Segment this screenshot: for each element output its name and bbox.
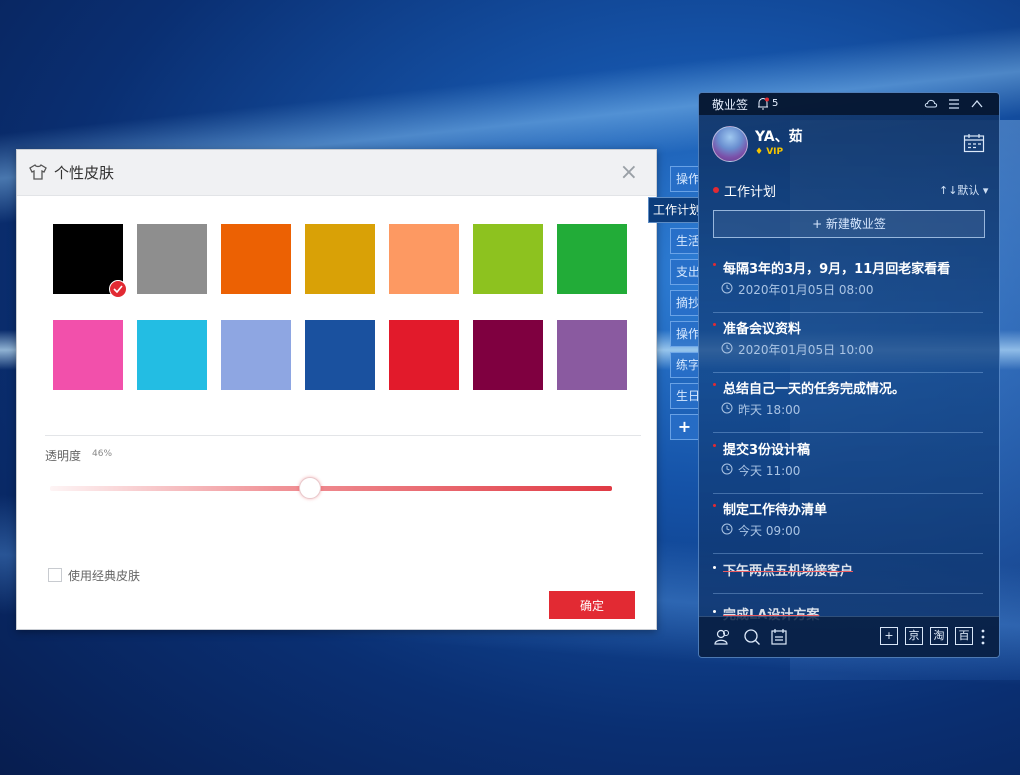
note-text: 每隔3年的3月，9月，11月回老家看看	[723, 262, 951, 277]
more-vertical-icon[interactable]	[980, 628, 986, 646]
list-title-dot	[713, 187, 719, 193]
search-icon[interactable]	[743, 628, 761, 646]
note-dot	[713, 610, 716, 613]
chevron-down-icon: ▾	[979, 184, 989, 197]
note-text: 准备会议资料	[723, 322, 802, 337]
add-tab-button[interactable]: +	[670, 414, 698, 440]
avatar[interactable]	[712, 126, 748, 162]
note-time: 昨天 18:00	[738, 403, 801, 417]
note-item[interactable]: 总结自己一天的任务完成情况。 昨天 18:00	[699, 373, 999, 433]
notes-list-icon[interactable]	[770, 628, 788, 646]
color-swatch[interactable]	[221, 224, 291, 294]
color-swatch[interactable]	[557, 320, 627, 390]
jd-shortcut-button[interactable]: 京	[905, 627, 923, 645]
skin-dialog: 个性皮肤 × 透明度 46% 使用经典皮肤 确定	[16, 149, 657, 630]
vip-gem-icon: ♦	[755, 147, 764, 157]
clock-icon	[721, 282, 733, 294]
completed-note-item[interactable]: 下午两点五机场接客户	[699, 555, 999, 594]
tab-excerpt[interactable]: 摘抄	[670, 290, 698, 316]
bell-icon[interactable]	[757, 97, 769, 110]
note-dot	[713, 383, 716, 386]
collapse-icon[interactable]	[970, 97, 984, 111]
shirt-icon	[29, 164, 47, 180]
tab-operation-2[interactable]: 操作	[670, 321, 698, 347]
new-note-button[interactable]: + 新建敬业签	[713, 210, 985, 238]
list-title: 工作计划	[724, 185, 777, 200]
color-swatch[interactable]	[473, 320, 543, 390]
dialog-title: 个性皮肤	[54, 165, 115, 182]
tab-expense[interactable]: 支出	[670, 259, 698, 285]
tab-work-plan[interactable]: 工作计划	[648, 197, 698, 223]
color-swatch[interactable]	[305, 320, 375, 390]
color-swatch[interactable]	[137, 224, 207, 294]
note-time: 2020年01月05日 08:00	[738, 283, 874, 297]
note-dot	[713, 323, 716, 326]
panel-bottom-bar: + 京 淘 百	[699, 616, 999, 657]
clock-icon	[721, 402, 733, 414]
clock-icon	[721, 463, 733, 475]
vip-badge: ♦ VIP	[755, 147, 783, 157]
color-swatch[interactable]	[389, 320, 459, 390]
vip-label: VIP	[766, 147, 784, 157]
note-dot	[713, 444, 716, 447]
color-swatch[interactable]	[53, 320, 123, 390]
completed-note-text: 下午两点五机场接客户	[723, 564, 854, 579]
clock-icon	[721, 342, 733, 354]
classic-skin-checkbox[interactable]	[48, 568, 62, 582]
color-swatch[interactable]	[137, 320, 207, 390]
tab-operation[interactable]: 操作	[670, 166, 698, 192]
panel-titlebar: 敬业签 5	[699, 93, 999, 115]
note-time: 今天 09:00	[738, 524, 801, 538]
note-dot	[713, 566, 716, 569]
note-divider	[713, 593, 983, 594]
add-shortcut-button[interactable]: +	[880, 627, 898, 645]
note-divider	[713, 553, 983, 554]
note-panel: 敬业签 5 YA、茹 ♦ VIP 工作计划 ↑↓默认 ▾ + 新建敬业签 每隔3…	[698, 92, 1000, 658]
calendar-icon[interactable]	[963, 133, 985, 153]
note-time: 2020年01月05日 10:00	[738, 343, 874, 357]
note-dot	[713, 263, 716, 266]
color-swatch[interactable]	[389, 224, 459, 294]
cloud-sync-icon[interactable]	[924, 97, 938, 111]
color-swatch[interactable]	[557, 224, 627, 294]
note-text: 总结自己一天的任务完成情况。	[723, 382, 906, 397]
opacity-slider-thumb[interactable]	[298, 477, 321, 499]
note-time: 今天 11:00	[738, 464, 801, 478]
note-dot	[713, 504, 716, 507]
close-icon[interactable]: ×	[620, 160, 638, 185]
note-item[interactable]: 准备会议资料 2020年01月05日 10:00	[699, 313, 999, 373]
tab-birthday[interactable]: 生日	[670, 383, 698, 409]
opacity-slider-track[interactable]	[50, 486, 612, 491]
color-swatch[interactable]	[221, 320, 291, 390]
note-text: 提交3份设计稿	[723, 443, 811, 458]
divider	[45, 435, 641, 436]
dialog-header: 个性皮肤 ×	[17, 150, 656, 196]
note-item[interactable]: 每隔3年的3月，9月，11月回老家看看 2020年01月05日 08:00	[699, 253, 999, 313]
color-swatch[interactable]	[305, 224, 375, 294]
confirm-button[interactable]: 确定	[549, 591, 635, 619]
note-item[interactable]: 提交3份设计稿 今天 11:00	[699, 434, 999, 494]
baidu-shortcut-button[interactable]: 百	[955, 627, 973, 645]
note-divider	[713, 432, 983, 433]
bell-count: 5	[772, 98, 779, 109]
sort-dropdown[interactable]: ↑↓默认 ▾	[939, 182, 988, 198]
username: YA、茹	[755, 129, 803, 145]
classic-skin-label: 使用经典皮肤	[68, 569, 141, 583]
clock-icon	[721, 523, 733, 535]
note-text: 制定工作待办清单	[723, 503, 828, 518]
app-name: 敬业签	[712, 98, 749, 112]
contacts-icon[interactable]	[714, 628, 732, 646]
selected-check-icon	[109, 280, 127, 298]
color-swatch[interactable]	[53, 224, 127, 298]
opacity-label: 透明度	[45, 449, 82, 463]
menu-icon[interactable]	[947, 97, 961, 111]
color-swatch[interactable]	[473, 224, 543, 294]
taobao-shortcut-button[interactable]: 淘	[930, 627, 948, 645]
tab-calligraphy[interactable]: 练字	[670, 352, 698, 378]
tab-life[interactable]: 生活	[670, 228, 698, 254]
opacity-value: 46%	[92, 449, 113, 459]
note-item[interactable]: 制定工作待办清单 今天 09:00	[699, 494, 999, 554]
